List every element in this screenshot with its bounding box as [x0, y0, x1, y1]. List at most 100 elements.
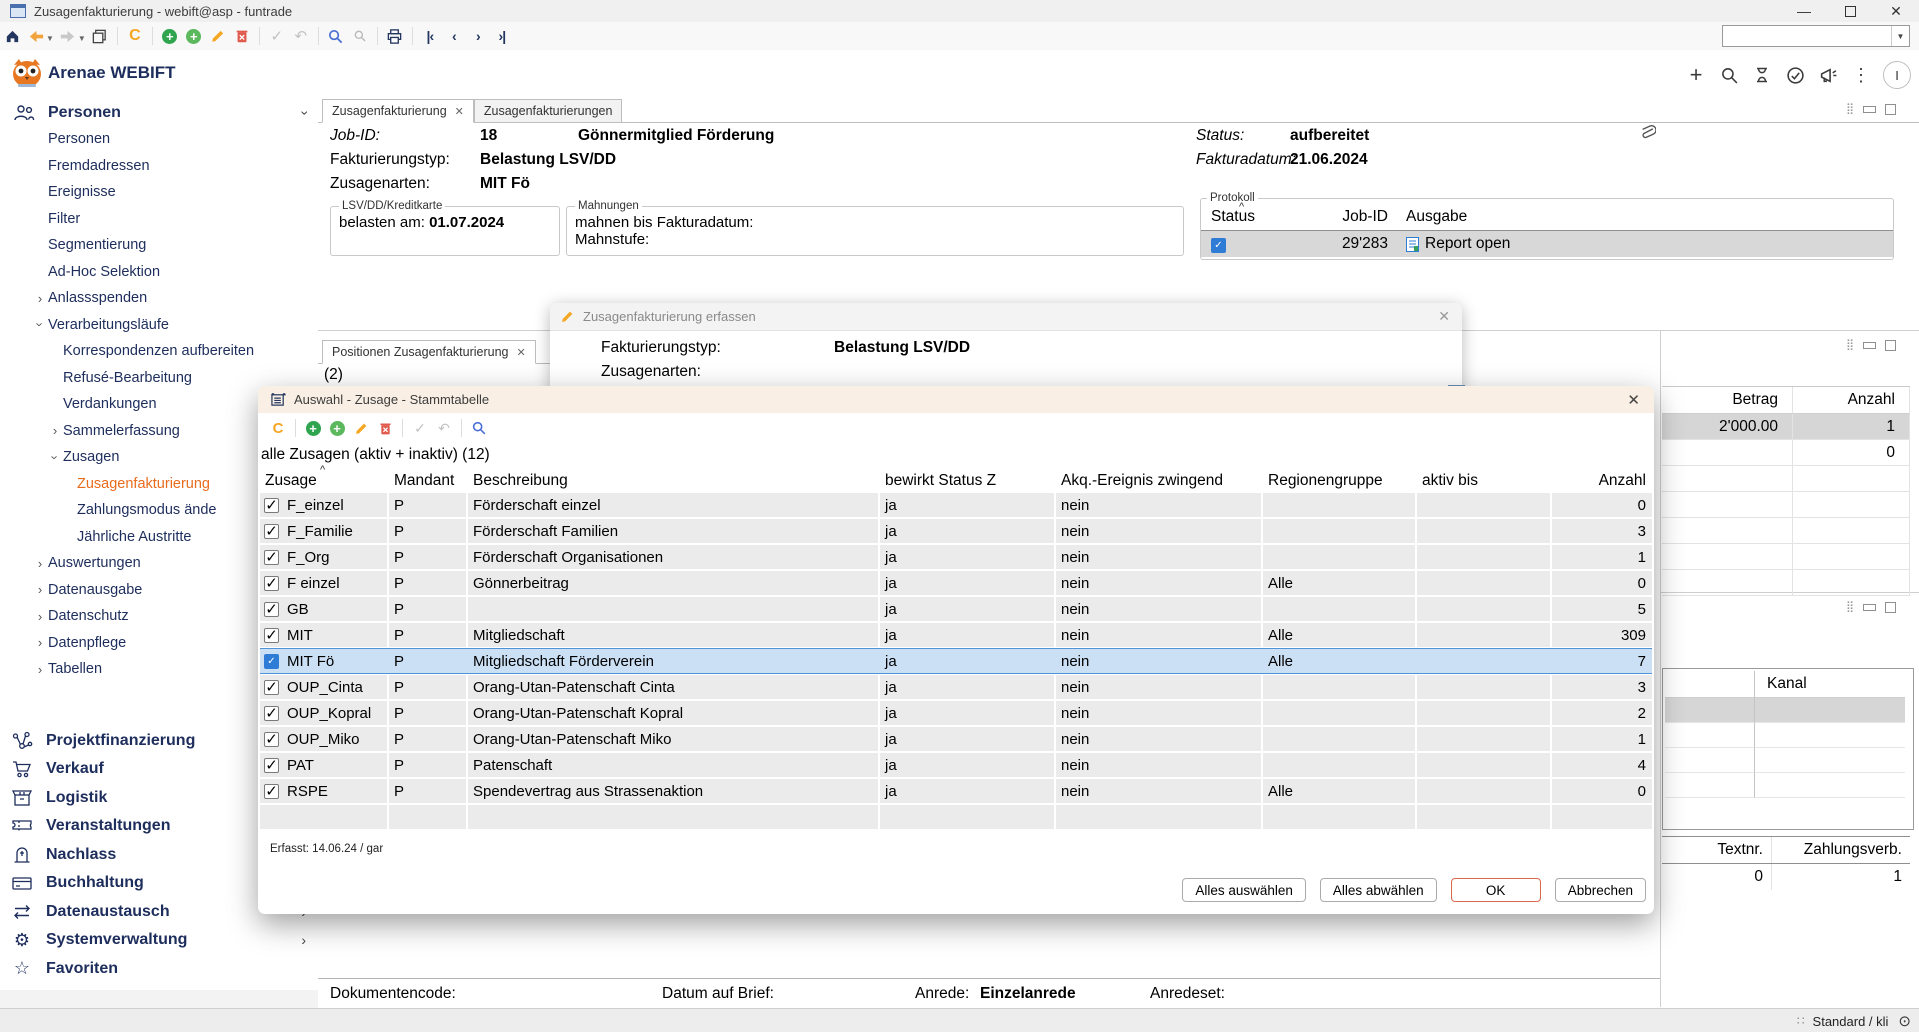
- collapse-panel-icon[interactable]: [1863, 106, 1876, 113]
- maximize-panel-icon[interactable]: [1885, 602, 1896, 613]
- refresh-icon[interactable]: C: [124, 25, 146, 47]
- column-header[interactable]: Regionengruppe: [1263, 472, 1415, 490]
- tab-close-icon[interactable]: ✕: [517, 346, 526, 359]
- kanal-row[interactable]: [1665, 748, 1911, 773]
- tree-expander-icon[interactable]: [32, 291, 48, 306]
- sidebar-tree-item[interactable]: Segmentierung: [0, 232, 318, 259]
- tree-expander-icon[interactable]: [32, 582, 48, 597]
- sidebar-tree-item[interactable]: Korrespondenzen aufbereiten: [0, 338, 318, 365]
- protokoll-row-checkbox[interactable]: ✓: [1211, 238, 1226, 253]
- protokoll-ausgabe-value[interactable]: Report open: [1425, 235, 1510, 253]
- last-record-icon[interactable]: ›|: [491, 25, 513, 47]
- zusage-table-row[interactable]: ✓OUP_Miko P Orang-Utan-Patenschaft Miko …: [260, 727, 1652, 751]
- previous-record-icon[interactable]: ‹: [443, 25, 465, 47]
- windows-icon[interactable]: [89, 25, 111, 47]
- row-checkbox[interactable]: ✓: [264, 602, 279, 617]
- drag-dots-icon[interactable]: ⣿: [1846, 340, 1854, 351]
- add-icon[interactable]: +: [159, 25, 181, 47]
- combobox-dropdown-icon[interactable]: ▼: [1891, 26, 1909, 46]
- tab-zusagenfakturierungen[interactable]: Zusagenfakturierungen: [474, 99, 623, 123]
- megaphone-icon[interactable]: [1817, 64, 1839, 86]
- protokoll-col-jobid[interactable]: Job-ID: [1296, 208, 1396, 226]
- row-checkbox[interactable]: ✓: [264, 680, 279, 695]
- row-checkbox[interactable]: ✓: [264, 784, 279, 799]
- betrag-column-header[interactable]: Betrag: [1662, 387, 1793, 414]
- betrag-row[interactable]: [1662, 544, 1910, 570]
- protokoll-col-status[interactable]: Status: [1201, 208, 1296, 226]
- kanal-row[interactable]: [1665, 723, 1911, 748]
- add-copy-icon[interactable]: +: [326, 417, 348, 439]
- column-header[interactable]: aktiv bis: [1417, 472, 1550, 490]
- zusage-table-row[interactable]: ✓PAT P Patenschaft ja nein 4: [260, 753, 1652, 777]
- sidebar-tree-item[interactable]: Filter: [0, 206, 318, 233]
- user-avatar[interactable]: I: [1883, 61, 1911, 89]
- row-checkbox[interactable]: ✓: [264, 758, 279, 773]
- ok-button[interactable]: OK: [1451, 878, 1541, 902]
- zusage-table-row[interactable]: ✓MIT P Mitgliedschaft ja nein Alle 309: [260, 623, 1652, 647]
- betrag-row[interactable]: [1662, 492, 1910, 518]
- tree-expander-icon[interactable]: [32, 635, 48, 650]
- maximize-panel-icon[interactable]: [1885, 340, 1896, 351]
- erfassen-dialog-titlebar[interactable]: Zusagenfakturierung erfassen ✕: [550, 303, 1462, 331]
- delete-trash-icon[interactable]: [374, 417, 396, 439]
- search-icon[interactable]: [468, 417, 490, 439]
- undo-icon[interactable]: ↶: [433, 417, 455, 439]
- sidebar-tree-item[interactable]: Anlassspenden: [0, 285, 318, 312]
- close-icon[interactable]: ✕: [1627, 391, 1640, 409]
- row-checkbox[interactable]: ✓: [264, 498, 279, 513]
- sidebar-tree-item[interactable]: Verarbeitungsläufe: [0, 312, 318, 339]
- zusage-table-row[interactable]: ✓MIT Fö P Mitgliedschaft Förderverein ja…: [260, 649, 1652, 673]
- row-checkbox[interactable]: ✓: [264, 524, 279, 539]
- back-dropdown-icon[interactable]: ▼: [46, 34, 54, 43]
- forward-icon[interactable]: [57, 25, 79, 47]
- betrag-row[interactable]: 0: [1662, 440, 1910, 466]
- tree-expander-icon[interactable]: [47, 450, 63, 465]
- delete-trash-icon[interactable]: [231, 25, 253, 47]
- row-checkbox[interactable]: ✓: [264, 576, 279, 591]
- kanal-row[interactable]: [1665, 773, 1911, 798]
- zusage-table-row[interactable]: ✓F_einzel P Förderschaft einzel ja nein …: [260, 493, 1652, 517]
- paperclip-icon[interactable]: [1638, 122, 1656, 142]
- select-all-button[interactable]: Alles auswählen: [1182, 878, 1306, 902]
- close-icon[interactable]: ✕: [1438, 308, 1450, 325]
- target-circle-icon[interactable]: ⊙: [1898, 1012, 1911, 1030]
- add-icon[interactable]: +: [302, 417, 324, 439]
- row-checkbox[interactable]: ✓: [264, 628, 279, 643]
- sidebar-tree-item[interactable]: Ad-Hoc Selektion: [0, 259, 318, 286]
- sidebar-module-systemverwaltung[interactable]: ⚙ Systemverwaltung ›: [0, 926, 318, 955]
- new-plus-icon[interactable]: +: [1685, 64, 1707, 86]
- tab-positionen[interactable]: Positionen Zusagenfakturierung✕: [322, 340, 536, 364]
- back-icon[interactable]: [25, 25, 47, 47]
- global-search-icon[interactable]: [1718, 64, 1740, 86]
- collapse-panel-icon[interactable]: [1863, 604, 1876, 611]
- chevron-right-icon[interactable]: ›: [301, 932, 306, 948]
- zusage-table-row[interactable]: ✓F_Familie P Förderschaft Familien ja ne…: [260, 519, 1652, 543]
- betrag-row-selected[interactable]: 2'000.00 1: [1662, 414, 1910, 440]
- zusage-table-row[interactable]: ✓GB P ja nein 5: [260, 597, 1652, 621]
- protokoll-row[interactable]: ✓ 29'283 Report open: [1201, 231, 1893, 257]
- protokoll-col-ausgabe[interactable]: Ausgabe: [1396, 208, 1891, 226]
- kanal-row-selected[interactable]: [1665, 698, 1911, 723]
- sidebar-tree-item[interactable]: Personen: [0, 126, 318, 153]
- check-circle-icon[interactable]: [1784, 64, 1806, 86]
- next-record-icon[interactable]: ›: [467, 25, 489, 47]
- tree-expander-icon[interactable]: [32, 556, 48, 571]
- betrag-row[interactable]: [1662, 570, 1910, 596]
- right-panel-divider[interactable]: [1660, 331, 1661, 1007]
- column-header[interactable]: Anzahl: [1552, 472, 1652, 490]
- kanal-column-header[interactable]: Kanal: [1754, 671, 1905, 698]
- minimize-button[interactable]: —: [1781, 0, 1827, 22]
- row-checkbox[interactable]: ✓: [264, 706, 279, 721]
- edit-pencil-icon[interactable]: [207, 25, 229, 47]
- print-icon[interactable]: [384, 25, 406, 47]
- first-record-icon[interactable]: |‹: [419, 25, 441, 47]
- zusage-table-row[interactable]: ✓OUP_Cinta P Orang-Utan-Patenschaft Cint…: [260, 675, 1652, 699]
- hourglass-icon[interactable]: [1751, 64, 1773, 86]
- column-header[interactable]: Mandant: [389, 472, 466, 490]
- zusage-table-row[interactable]: ✓RSPE P Spendevertrag aus Strassenaktion…: [260, 779, 1652, 803]
- close-button[interactable]: ✕: [1873, 0, 1919, 22]
- add-copy-icon[interactable]: +: [183, 25, 205, 47]
- sidebar-module-favoriten[interactable]: ☆ Favoriten: [0, 955, 318, 984]
- undo-icon[interactable]: ↶: [290, 25, 312, 47]
- drag-dots-icon[interactable]: ⣿: [1846, 104, 1854, 115]
